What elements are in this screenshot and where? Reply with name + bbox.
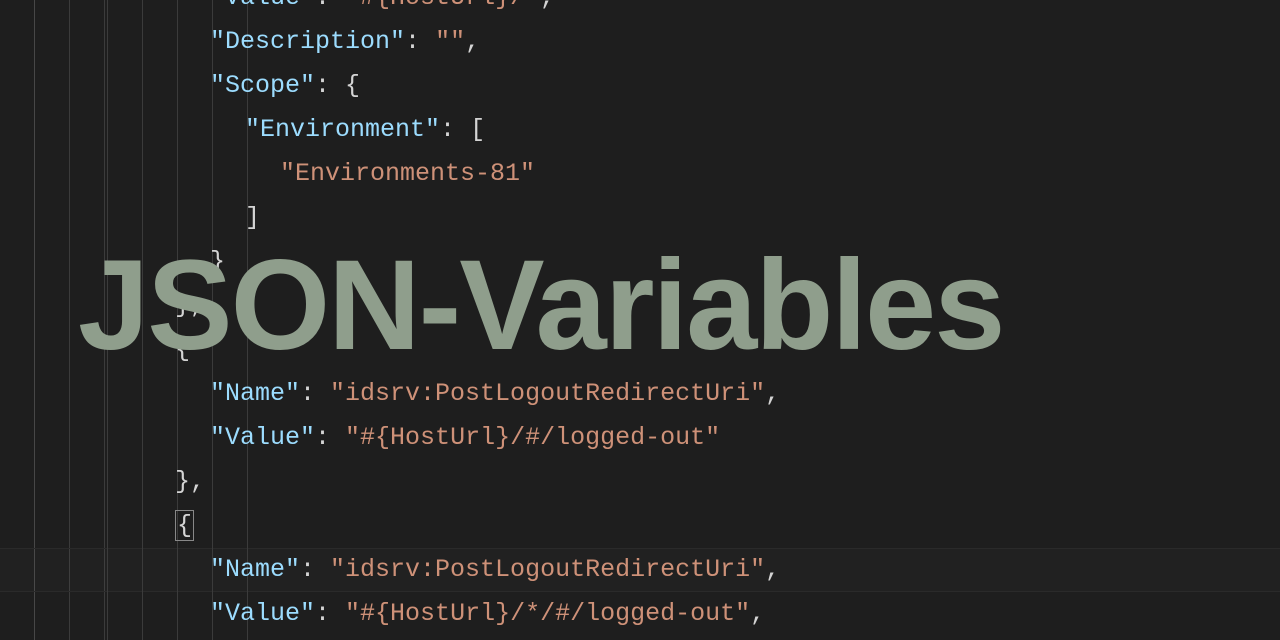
code-line[interactable]: "Value": "#{HostUrl}/#/logged-out" [105, 416, 780, 460]
token-punct: , [750, 599, 765, 628]
code-line[interactable]: "Description": "", [105, 20, 780, 64]
code-line[interactable]: "Description": "", [105, 636, 780, 640]
token-brace: { [175, 335, 190, 364]
token-str: "" [435, 27, 465, 56]
token-punct: : [315, 423, 345, 452]
code-line[interactable]: ] [105, 196, 780, 240]
token-punct: , [540, 0, 555, 12]
code-editor[interactable]: "Value": "#{HostUrl}/","Description": ""… [0, 0, 1280, 640]
code-line[interactable]: "Value": "#{HostUrl}/*/#/logged-out", [105, 592, 780, 636]
token-str: "idsrv:PostLogoutRedirectUri" [330, 379, 765, 408]
gutter-col-3 [70, 0, 105, 640]
code-line[interactable]: } [105, 240, 780, 284]
token-str: "idsrv:PostLogoutRedirectUri" [330, 555, 765, 584]
gutter [0, 0, 105, 640]
token-key: "Name" [210, 379, 300, 408]
token-punct: , [190, 467, 205, 496]
code-line[interactable]: { [105, 504, 780, 548]
token-str: "#{HostUrl}/#/logged-out" [345, 423, 720, 452]
token-punct: , [465, 27, 480, 56]
token-punct: : [300, 379, 330, 408]
token-brace: } [175, 291, 190, 320]
token-key: "Name" [210, 555, 300, 584]
token-key: "Value" [210, 423, 315, 452]
token-brace: { [175, 510, 194, 541]
code-line[interactable]: "Name": "idsrv:PostLogoutRedirectUri", [105, 372, 780, 416]
token-punct: : [315, 71, 345, 100]
token-punct: , [765, 555, 780, 584]
code-line[interactable]: "Scope": { [105, 64, 780, 108]
code-line[interactable]: "Environments-81" [105, 152, 780, 196]
token-punct: : [405, 27, 435, 56]
token-brace: { [345, 71, 360, 100]
token-punct: : [315, 599, 345, 628]
code-line[interactable]: "Environment": [ [105, 108, 780, 152]
token-key: "Value" [210, 0, 315, 12]
token-key: "Environment" [245, 115, 440, 144]
gutter-col-2 [35, 0, 70, 640]
token-key: "Description" [210, 27, 405, 56]
code-line[interactable]: "Name": "idsrv:PostLogoutRedirectUri", [105, 548, 780, 592]
gutter-col-1 [0, 0, 35, 640]
token-bracket: ] [245, 203, 260, 232]
token-punct: : [300, 555, 330, 584]
token-bracket: [ [470, 115, 485, 144]
token-punct: : [440, 115, 470, 144]
code-line[interactable]: "Value": "#{HostUrl}/", [105, 0, 780, 20]
token-punct: : [315, 0, 345, 12]
code-line[interactable]: { [105, 328, 780, 372]
token-key: "Value" [210, 599, 315, 628]
code-text-area[interactable]: "Value": "#{HostUrl}/","Description": ""… [105, 0, 780, 640]
token-brace: } [210, 247, 225, 276]
token-punct: , [190, 291, 205, 320]
token-key: "Scope" [210, 71, 315, 100]
token-punct: , [765, 379, 780, 408]
token-str: "Environments-81" [280, 159, 535, 188]
token-brace: } [175, 467, 190, 496]
token-str: "#{HostUrl}/" [345, 0, 540, 12]
code-line[interactable]: }, [105, 284, 780, 328]
code-line[interactable]: }, [105, 460, 780, 504]
token-str: "#{HostUrl}/*/#/logged-out" [345, 599, 750, 628]
